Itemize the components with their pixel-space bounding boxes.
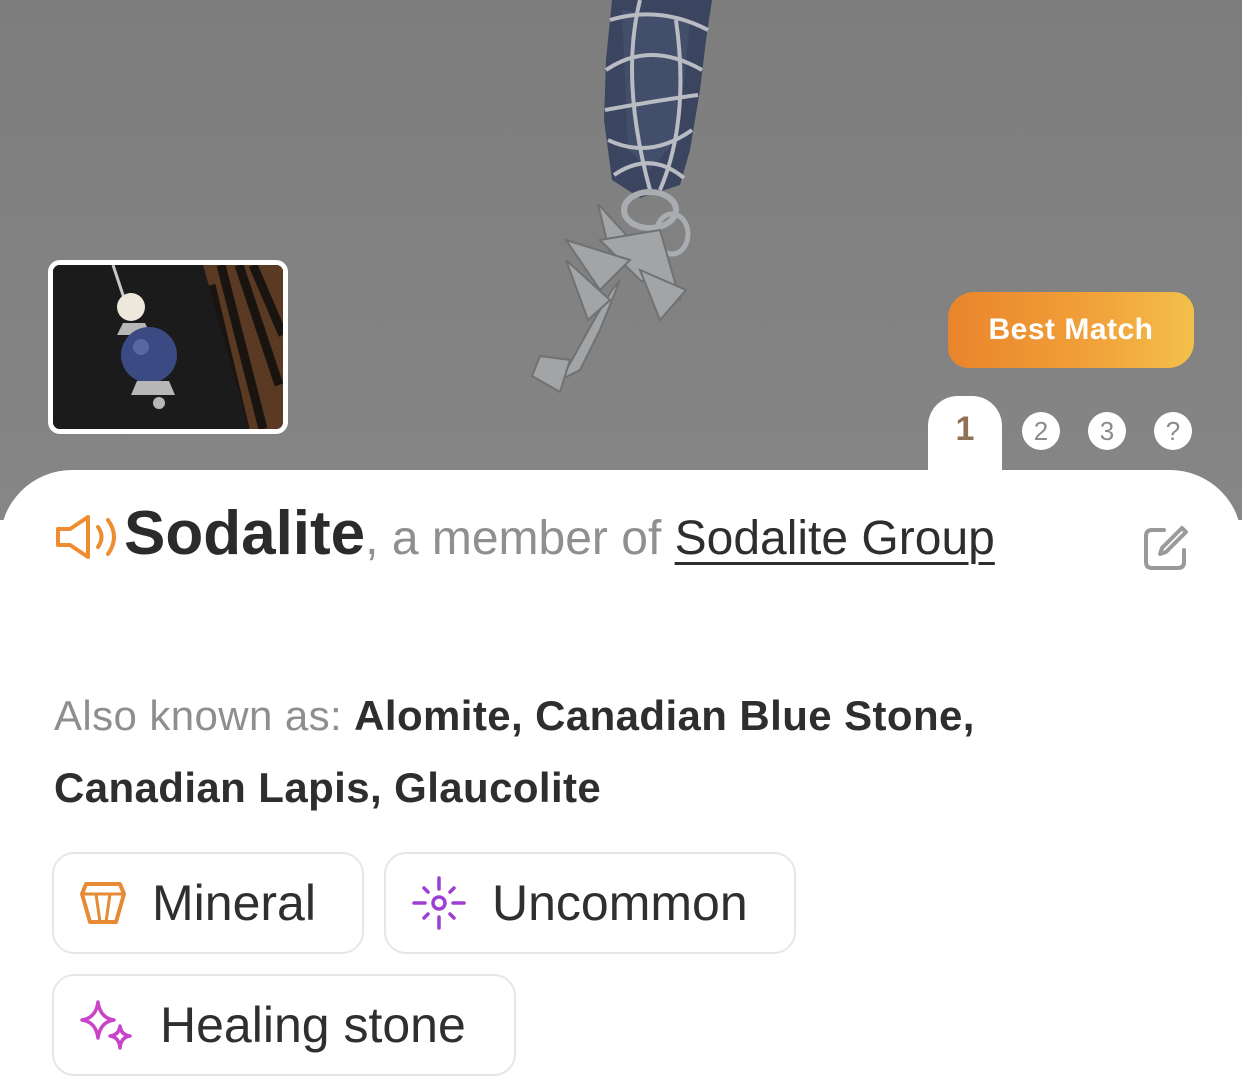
tag-uncommon[interactable]: Uncommon	[384, 852, 796, 954]
match-tabs: 1 2 3 ?	[924, 396, 1224, 480]
tab-match-unknown[interactable]: ?	[1154, 412, 1192, 450]
member-of-text: , a member of	[365, 512, 675, 565]
user-photo-illustration	[53, 265, 283, 429]
tag-healing-stone-label: Healing stone	[160, 997, 466, 1053]
sparkles-icon	[80, 1000, 132, 1050]
tag-mineral-label: Mineral	[152, 875, 316, 931]
edit-icon[interactable]	[1142, 524, 1190, 572]
user-photo-thumbnail[interactable]	[48, 260, 288, 434]
group-link[interactable]: Sodalite Group	[675, 512, 995, 565]
aka-label: Also known as:	[54, 692, 355, 739]
speaker-icon[interactable]	[54, 514, 122, 560]
tag-healing-stone[interactable]: Healing stone	[52, 974, 516, 1076]
mineral-name: Sodalite	[124, 499, 366, 568]
tag-mineral[interactable]: Mineral	[52, 852, 364, 954]
crystal-icon	[80, 882, 126, 924]
also-known-as: Also known as: Alomite, Canadian Blue St…	[54, 680, 1174, 824]
sparkle-burst-icon	[412, 876, 466, 930]
identified-photo: Best Match 1 2 3 ?	[0, 0, 1242, 520]
tab-match-2[interactable]: 2	[1022, 412, 1060, 450]
tab-match-3[interactable]: 3	[1088, 412, 1126, 450]
tab-match-1[interactable]: 1	[928, 396, 1002, 480]
result-title: Sodalite, a member of Sodalite Group	[54, 500, 1114, 584]
best-match-badge: Best Match	[948, 292, 1194, 368]
tag-uncommon-label: Uncommon	[492, 875, 748, 931]
